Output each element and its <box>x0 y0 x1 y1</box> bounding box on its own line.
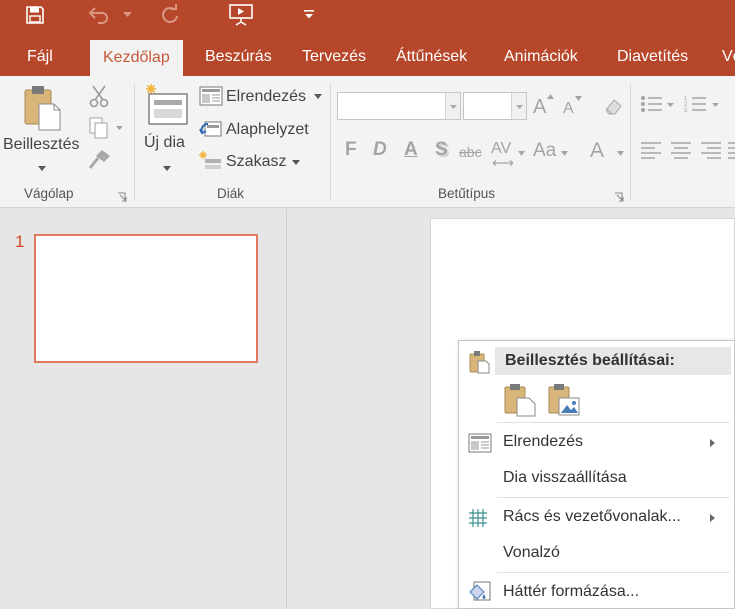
menu-separator <box>497 497 730 498</box>
present-from-beginning-icon[interactable] <box>228 3 254 27</box>
paste-options-icon <box>468 350 490 374</box>
tab-transitions[interactable]: Áttűnések <box>396 32 467 76</box>
change-case-dropdown-icon[interactable] <box>561 151 568 156</box>
undo-icon[interactable] <box>87 5 111 25</box>
change-case-icon[interactable]: Aa <box>533 140 556 162</box>
menu-separator <box>497 422 730 423</box>
grow-arrow-icon <box>547 94 554 99</box>
reset-icon[interactable] <box>199 118 223 140</box>
layout-button[interactable]: Elrendezés <box>226 88 306 106</box>
paste-keep-source-formatting-icon[interactable] <box>503 383 537 417</box>
save-icon[interactable] <box>25 5 45 25</box>
tab-home[interactable]: Kezdőlap <box>90 40 183 76</box>
menu-item-format-background[interactable]: Háttér formázása... <box>459 575 735 609</box>
layout-icon[interactable] <box>199 86 223 106</box>
menu-item-label: Rács és vezetővonalak... <box>503 508 681 525</box>
strikethrough-icon[interactable]: abc <box>459 144 482 160</box>
tab-animations[interactable]: Animációk <box>504 32 578 76</box>
bullets-icon[interactable] <box>640 94 674 114</box>
cut-icon[interactable] <box>88 84 110 108</box>
ribbon-separator <box>134 84 135 200</box>
svg-text:3: 3 <box>684 108 688 114</box>
font-launcher-icon[interactable] <box>614 192 624 202</box>
shrink-font-icon[interactable]: A <box>563 100 574 118</box>
slides-group-label: Diák <box>217 186 245 201</box>
paste-as-picture-icon[interactable] <box>547 383 581 417</box>
paste-dropdown-icon[interactable] <box>38 166 46 171</box>
menu-item-reset-slide[interactable]: Dia visszaállítása <box>459 461 735 497</box>
menu-separator <box>497 572 730 573</box>
tab-view[interactable]: Vé <box>722 32 735 76</box>
quick-access-toolbar <box>0 0 735 32</box>
paste-button[interactable]: Beillesztés <box>3 136 79 154</box>
ribbon-tab-bar: Fájl Kezdőlap Beszúrás Tervezés Áttűnése… <box>0 32 735 76</box>
align-center-icon[interactable] <box>670 140 692 160</box>
section-button[interactable]: Szakasz <box>226 153 286 171</box>
new-slide-button[interactable]: Új dia <box>144 134 185 152</box>
menu-item-layout[interactable]: Elrendezés <box>459 425 735 461</box>
ribbon-separator <box>630 84 631 200</box>
bold-icon[interactable]: F <box>345 139 357 161</box>
menu-item-label: Vonalzó <box>503 544 560 561</box>
underline-icon[interactable]: A <box>404 139 418 161</box>
font-group-label: Betűtípus <box>438 186 496 201</box>
tab-file[interactable]: Fájl <box>27 32 53 76</box>
ribbon-separator <box>330 84 331 200</box>
context-menu: Beillesztés beállításai: Elrendezés Dia … <box>458 340 735 609</box>
clipboard-launcher-icon[interactable] <box>117 192 127 202</box>
shrink-arrow-icon <box>575 96 582 101</box>
grid-icon <box>468 508 488 528</box>
italic-icon[interactable]: D <box>373 139 387 161</box>
slide-number: 1 <box>15 232 25 251</box>
tab-design[interactable]: Tervezés <box>302 32 366 76</box>
font-size-combo[interactable] <box>463 92 527 120</box>
character-spacing-icon[interactable]: AV <box>491 140 511 158</box>
font-color-dropdown-icon[interactable] <box>617 151 624 156</box>
justify-icon[interactable] <box>728 140 735 160</box>
clear-formatting-icon[interactable] <box>603 96 625 116</box>
section-dropdown-icon[interactable] <box>292 160 300 165</box>
grow-font-icon[interactable]: A <box>533 96 546 119</box>
shadow-icon[interactable]: S <box>435 139 448 161</box>
new-slide-dropdown-icon[interactable] <box>163 166 171 171</box>
menu-item-label: Háttér formázása... <box>503 583 640 600</box>
redo-icon[interactable] <box>159 4 181 26</box>
font-name-combo[interactable] <box>337 92 461 120</box>
format-painter-icon[interactable] <box>88 148 112 170</box>
customize-qat-icon[interactable] <box>304 10 314 19</box>
submenu-arrow-icon <box>710 514 715 522</box>
clipboard-group-label: Vágólap <box>24 186 74 201</box>
menu-item-label: Dia visszaállítása <box>503 469 627 486</box>
undo-dropdown-icon[interactable] <box>123 12 132 18</box>
font-name-dropdown[interactable] <box>445 93 460 119</box>
menu-item-label: Elrendezés <box>503 433 584 450</box>
ribbon: Beillesztés Vágólap Új dia Elrendezés Al… <box>0 76 735 208</box>
character-spacing-arrow-icon <box>491 160 515 166</box>
menu-item-grid-and-guides[interactable]: Rács és vezetővonalak... <box>459 500 735 536</box>
tab-insert[interactable]: Beszúrás <box>205 32 272 76</box>
copy-icon[interactable] <box>88 116 124 140</box>
paste-options-header-label: Beillesztés beállításai: <box>505 352 675 369</box>
tab-slideshow[interactable]: Diavetítés <box>617 32 688 76</box>
font-color-icon[interactable]: A <box>590 139 604 163</box>
align-right-icon[interactable] <box>700 140 722 160</box>
font-size-dropdown[interactable] <box>511 93 526 119</box>
reset-button[interactable]: Alaphelyzet <box>226 121 309 139</box>
menu-item-ruler[interactable]: Vonalzó <box>459 536 735 572</box>
paste-options-header: Beillesztés beállításai: <box>495 347 731 375</box>
align-left-icon[interactable] <box>640 140 662 160</box>
new-slide-icon[interactable] <box>143 82 191 126</box>
slide-thumbnail[interactable] <box>34 234 258 363</box>
layout-dropdown-icon[interactable] <box>314 94 322 99</box>
submenu-arrow-icon <box>710 439 715 447</box>
numbering-icon[interactable]: 123 <box>684 94 724 114</box>
layout-icon <box>468 433 492 453</box>
paste-icon[interactable] <box>22 84 62 132</box>
character-spacing-dropdown-icon[interactable] <box>518 151 525 156</box>
section-icon[interactable] <box>199 151 223 171</box>
format-background-icon <box>468 580 492 604</box>
